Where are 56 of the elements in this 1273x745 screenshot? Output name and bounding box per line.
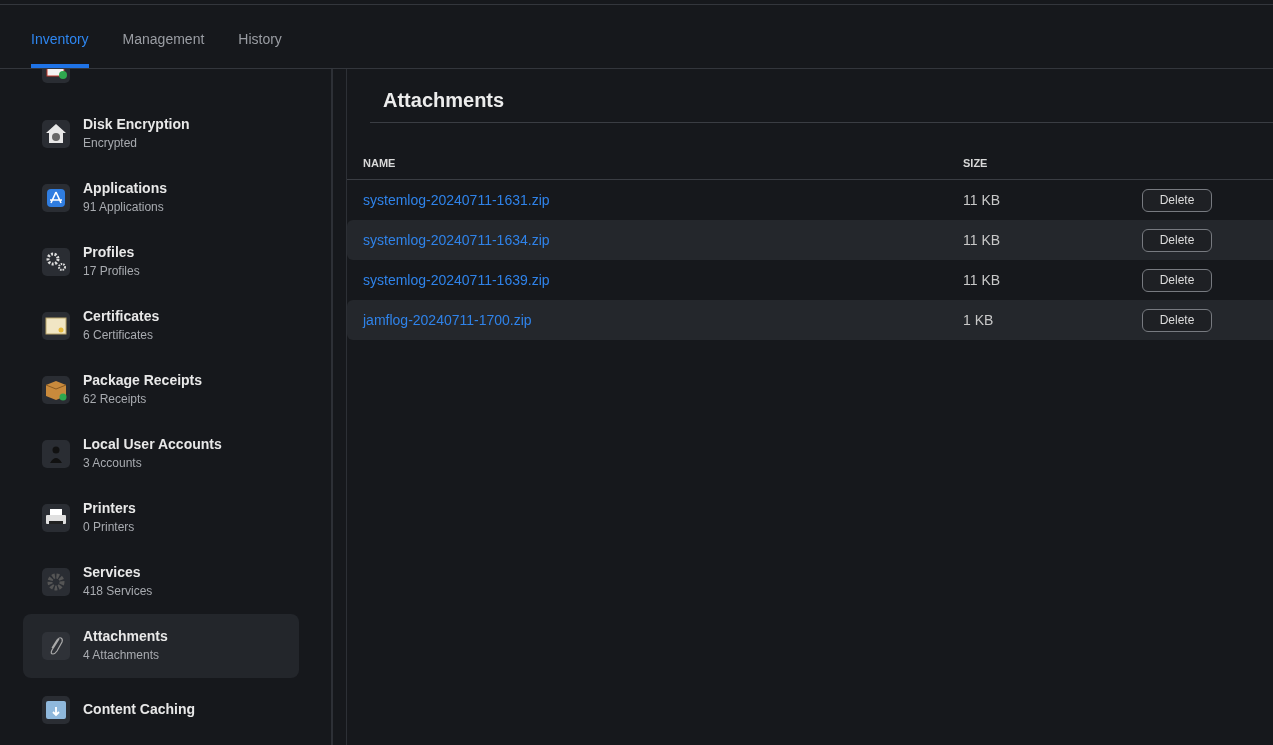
gears-icon xyxy=(42,248,70,276)
delete-button[interactable]: Delete xyxy=(1142,268,1212,292)
size-cell-text: 11 KB xyxy=(963,192,1002,208)
item-title: Package Receipts xyxy=(83,372,203,388)
sidebar-item[interactable]: Local User Accounts 3 Accounts xyxy=(23,422,299,486)
printer-icon xyxy=(42,504,70,532)
sidebar-item[interactable]: Printers 0 Printers xyxy=(23,486,299,550)
size-cell-text: 11 KB xyxy=(963,232,1002,248)
file-link[interactable]: jamflog-20240711-1700.zip xyxy=(347,312,963,328)
sidebar-item[interactable]: Disk Encryption Encrypted xyxy=(23,102,299,166)
item-title: Disk Encryption xyxy=(83,116,190,132)
item-subtitle: 3 Accounts xyxy=(83,456,143,470)
item-title: Applications xyxy=(83,180,167,196)
item-subtitle: 6 Certificates xyxy=(83,328,155,342)
item-subtitle: 0 Printers xyxy=(83,520,136,534)
sidebar-item[interactable]: Attachments 4 Attachments xyxy=(23,614,299,678)
tab[interactable]: History xyxy=(238,5,282,68)
sidebar-item[interactable]: Services 418 Services xyxy=(23,550,299,614)
file-link[interactable]: systemlog-20240711-1631.zip xyxy=(347,192,963,208)
delete-button[interactable]: Delete xyxy=(1142,308,1212,332)
item-subtitle: 62 Receipts xyxy=(83,392,148,406)
item-title: Local User Accounts xyxy=(83,436,222,452)
user-icon xyxy=(42,440,70,468)
file-link[interactable]: systemlog-20240711-1639.zip xyxy=(347,272,963,288)
size-cell-text: 1 KB xyxy=(963,312,995,328)
item-subtitle: 91 Applications xyxy=(83,200,165,214)
item-subtitle: Encrypted xyxy=(83,136,139,150)
item-title: Services xyxy=(83,564,142,580)
item-title: Content Caching xyxy=(83,701,195,717)
delete-button[interactable]: Delete xyxy=(1142,188,1212,212)
item-subtitle: 17 Profiles xyxy=(83,264,140,278)
item-title: Printers xyxy=(83,500,136,516)
column-header: SIZE xyxy=(963,157,989,169)
item-subtitle: 4 Attachments xyxy=(83,648,161,662)
delete-button[interactable]: Delete xyxy=(1142,228,1212,252)
package-icon xyxy=(42,376,70,404)
item-title: Profiles xyxy=(83,244,136,260)
panel-title: Attachments xyxy=(370,69,1273,123)
sidebar-item[interactable]: Content Caching xyxy=(23,678,299,742)
sidebar-item[interactable]: Package Receipts 62 Receipts xyxy=(23,358,299,422)
sidebar-item[interactable]: Profiles 17 Profiles xyxy=(23,230,299,294)
item-subtitle: 418 Services xyxy=(83,584,153,598)
item-title: Attachments xyxy=(83,628,168,644)
download-box-icon xyxy=(42,696,70,724)
certificate-icon xyxy=(42,312,70,340)
file-link[interactable]: systemlog-20240711-1634.zip xyxy=(347,232,963,248)
house-icon xyxy=(42,120,70,148)
column-header: NAME xyxy=(362,157,397,169)
size-cell-text: 11 KB xyxy=(963,272,1002,288)
sidebar-item[interactable]: Certificates 6 Certificates xyxy=(23,294,299,358)
tab[interactable]: Management xyxy=(122,5,205,68)
paperclip-icon xyxy=(42,632,70,660)
app-store-icon xyxy=(42,184,70,212)
gear-icon xyxy=(42,568,70,596)
sidebar-item[interactable]: Applications 91 Applications xyxy=(23,166,299,230)
item-title: Certificates xyxy=(83,308,160,324)
